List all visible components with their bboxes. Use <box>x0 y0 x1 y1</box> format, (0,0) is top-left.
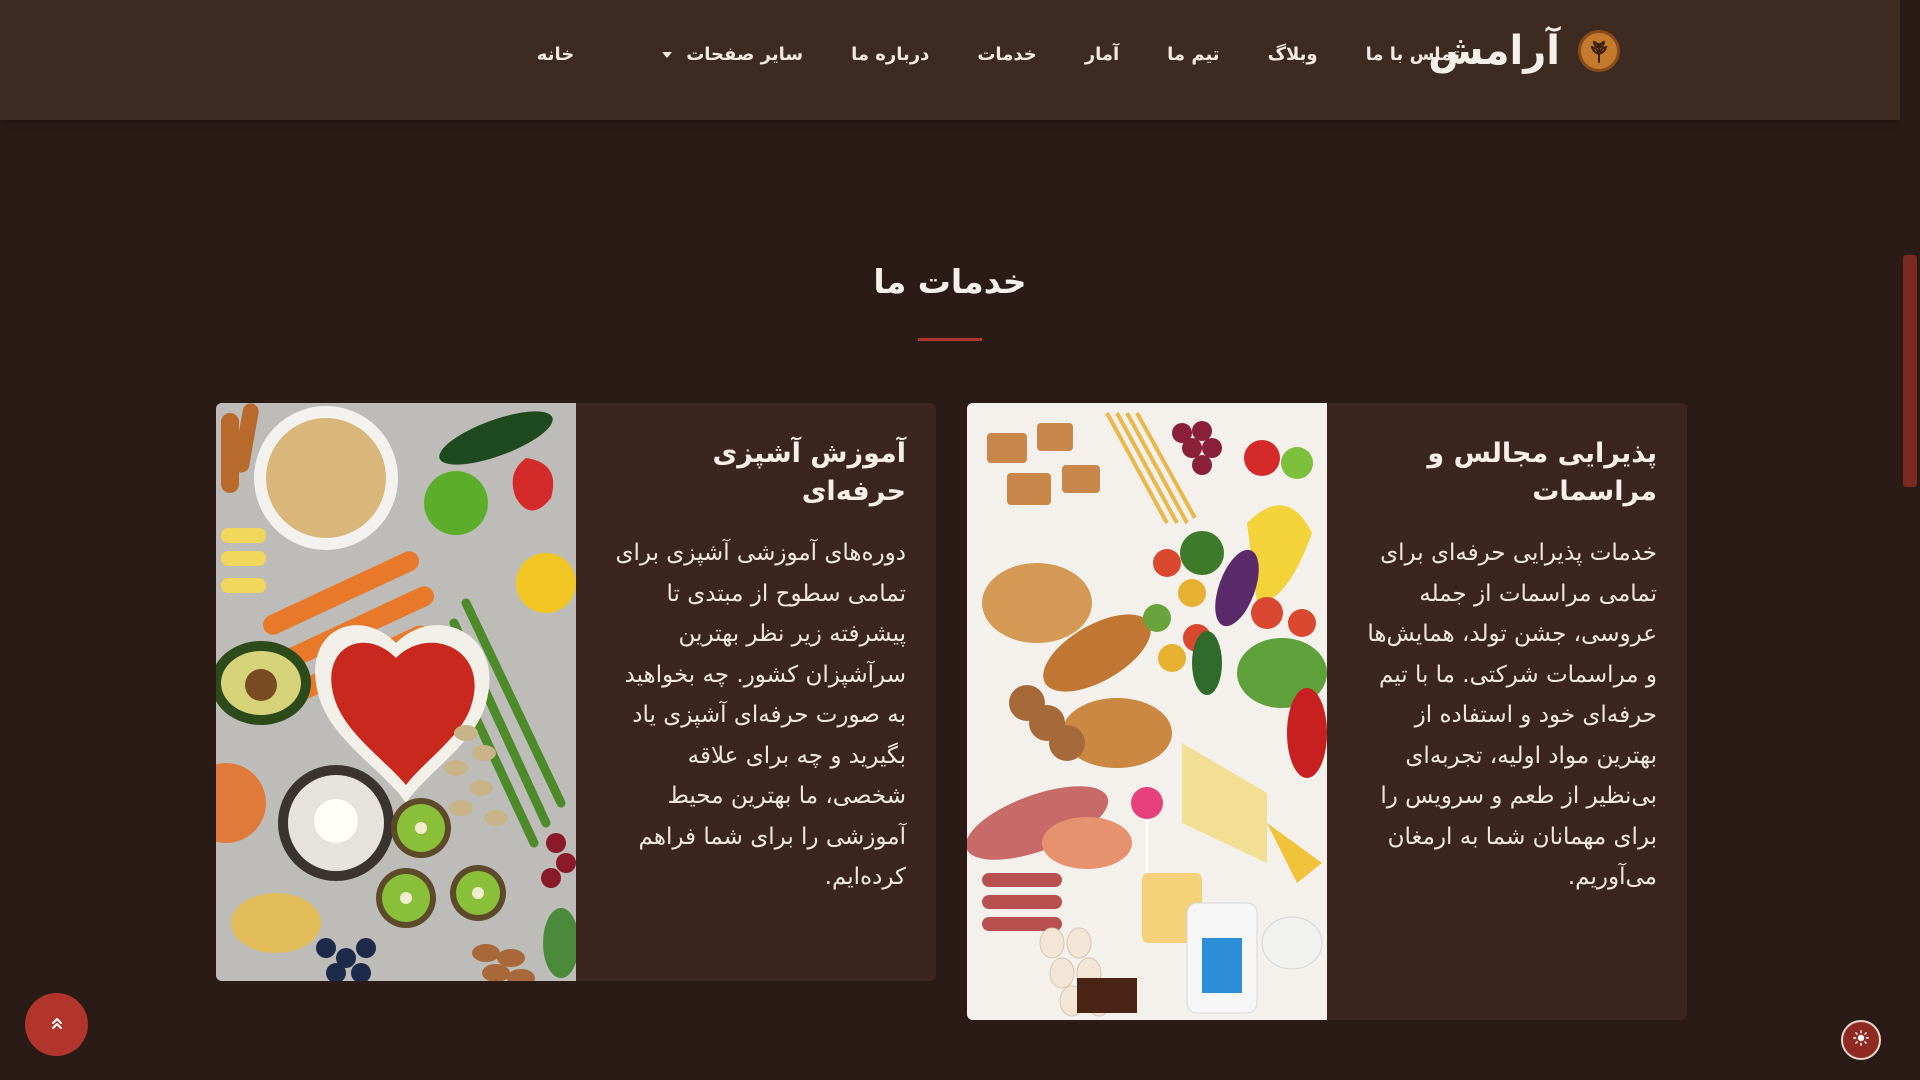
nav-item-label: آمار <box>1084 44 1120 65</box>
service-card-catering: پذیرایی مجالس و مراسمات خدمات پذیرایی حر… <box>967 403 1687 1020</box>
nav-item-label: درباره ما <box>851 44 930 65</box>
card-title: پذیرایی مجالس و مراسمات <box>1427 438 1657 507</box>
wheat-icon <box>1578 30 1620 72</box>
nav-item-label: تیم ما <box>1167 44 1220 65</box>
healthy-food-image <box>216 403 576 981</box>
catering-food-image <box>967 403 1327 1020</box>
nav-item-label: سایر صفحات <box>686 44 804 65</box>
card-text: خدمات پذیرایی حرفه‌ای برای تمامی مراسمات… <box>1367 540 1657 890</box>
nav-item-5[interactable]: تیم ما <box>1167 44 1219 65</box>
scrollbar-thumb[interactable] <box>1903 255 1917 487</box>
card-body: پذیرایی مجالس و مراسمات خدمات پذیرایی حر… <box>1327 403 1687 1020</box>
double-chevron-up-icon <box>49 1015 65 1035</box>
back-to-top-button[interactable] <box>25 993 88 1056</box>
nav-item-6[interactable]: وبلاگ <box>1268 44 1318 65</box>
caret-down-icon <box>662 51 673 58</box>
card-body: آموزش آشپزی حرفه‌ای دوره‌های آموزشی آشپز… <box>576 403 936 981</box>
theme-toggle-button[interactable] <box>1841 1020 1881 1060</box>
card-title: آموزش آشپزی حرفه‌ای <box>712 438 906 507</box>
service-card-cooking-class: آموزش آشپزی حرفه‌ای دوره‌های آموزشی آشپز… <box>216 403 936 981</box>
sun-icon <box>1853 1030 1869 1050</box>
section-title: خدمات ما <box>873 262 1027 301</box>
nav-item-label: خدمات <box>977 44 1037 65</box>
nav-item-1[interactable]: سایر صفحات <box>662 44 803 65</box>
nav-item-4[interactable]: آمار <box>1085 44 1119 65</box>
nav-item-0[interactable]: خانه <box>537 44 574 65</box>
nav-item-label: خانه <box>536 44 575 65</box>
card-text: دوره‌های آموزشی آشپزی برای تمامی سطوح از… <box>615 540 907 890</box>
nav-item-label: وبلاگ <box>1267 44 1318 65</box>
nav-item-3[interactable]: خدمات <box>977 44 1036 65</box>
nav-item-label: تماس با ما <box>1365 44 1460 65</box>
main-nav: خانه سایر صفحات درباره ما خدمات آمار تیم ما وب… <box>537 44 1460 65</box>
nav-item-2[interactable]: درباره ما <box>851 44 929 65</box>
scrollbar-track[interactable] <box>1900 0 1920 1080</box>
title-underline <box>918 338 982 341</box>
navbar: آرامش خانه سایر صفحات درباره ما خدمات آمار تی… <box>0 0 1900 120</box>
nav-item-7[interactable]: تماس با ما <box>1366 44 1460 65</box>
